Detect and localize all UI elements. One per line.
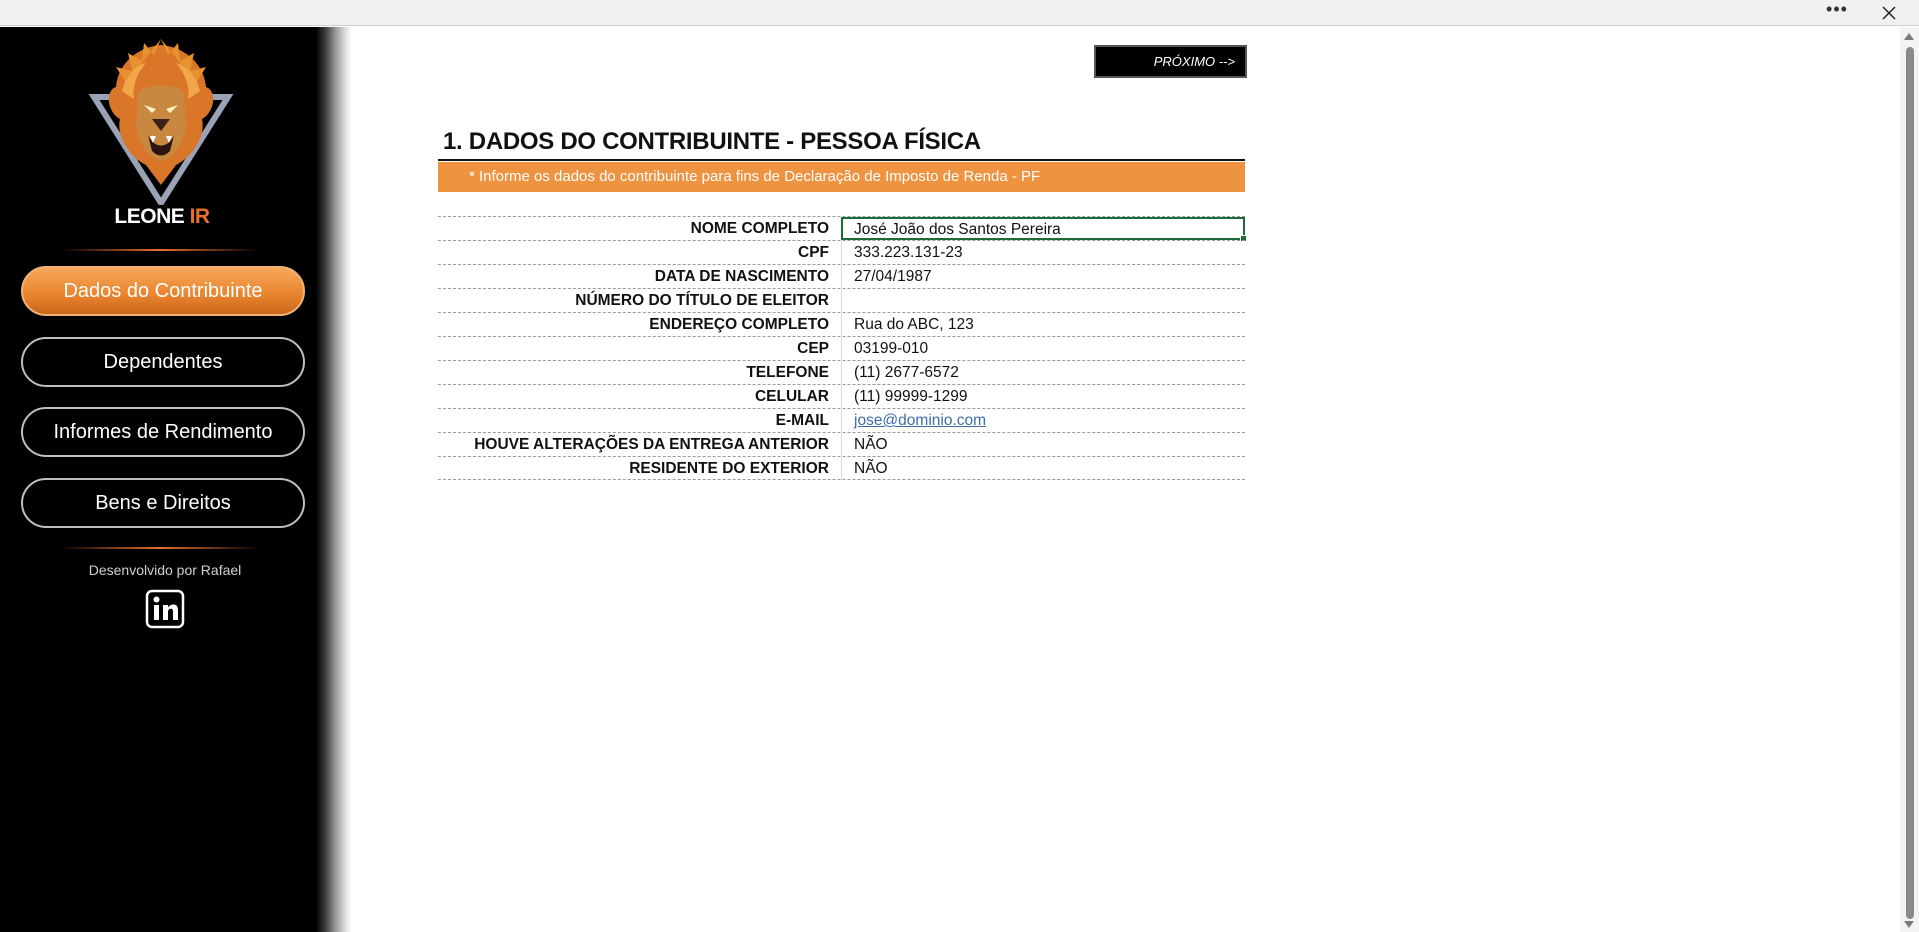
next-button[interactable]: PRÓXIMO -->	[1094, 45, 1247, 78]
sidebar-fade-edge	[316, 27, 352, 932]
brand-main: LEONE	[114, 205, 185, 228]
nome-completo-field[interactable]: José João dos Santos Pereira	[841, 217, 1247, 242]
top-divider	[60, 249, 260, 251]
form-row: TELEFONE (11) 2677-6572	[438, 360, 1245, 384]
page-title: 1. DADOS DO CONTRIBUINTE - PESSOA FÍSICA	[443, 128, 981, 155]
alteracoes-entrega-label: HOUVE ALTERAÇÕES DA ENTREGA ANTERIOR	[474, 436, 829, 453]
endereco-completo-field[interactable]: Rua do ABC, 123	[841, 313, 1245, 336]
email-label: E-MAIL	[775, 412, 829, 429]
residente-exterior-label: RESIDENTE DO EXTERIOR	[629, 460, 829, 477]
data-de-nascimento-label: DATA DE NASCIMENTO	[654, 268, 829, 285]
celular-label: CELULAR	[754, 388, 829, 405]
titulo-de-eleitor-field[interactable]	[841, 289, 1245, 312]
window-title-bar: •••	[0, 0, 1919, 26]
nav-bens-e-direitos-button[interactable]: Bens e Direitos	[21, 478, 305, 528]
cpf-label: CPF	[798, 244, 829, 261]
info-banner: * Informe os dados do contribuinte para …	[438, 162, 1245, 192]
alteracoes-entrega-field[interactable]: NÃO	[841, 433, 1245, 456]
email-link[interactable]: jose@dominio.com	[854, 412, 986, 429]
form-row: ENDEREÇO COMPLETO Rua do ABC, 123	[438, 312, 1245, 336]
form-row: CELULAR (11) 99999-1299	[438, 384, 1245, 408]
brand-name: LEONE IR	[0, 205, 324, 229]
telefone-field[interactable]: (11) 2677-6572	[841, 361, 1245, 384]
cep-label: CEP	[797, 340, 829, 357]
scroll-up-icon[interactable]	[1904, 33, 1914, 40]
form-row: E-MAIL jose@dominio.com	[438, 408, 1245, 432]
developer-credit: Desenvolvido por Rafael	[88, 562, 242, 578]
data-de-nascimento-field[interactable]: 27/04/1987	[841, 265, 1245, 288]
form-row: CEP 03199-010	[438, 336, 1245, 360]
endereco-completo-label: ENDEREÇO COMPLETO	[649, 316, 829, 333]
nav-informes-de-rendimento-button[interactable]: Informes de Rendimento	[21, 407, 305, 457]
celular-field[interactable]: (11) 99999-1299	[841, 385, 1245, 408]
form-row: CPF 333.223.131-23	[438, 240, 1245, 264]
taxpayer-form: NOME COMPLETO José João dos Santos Perei…	[438, 216, 1247, 480]
close-icon[interactable]	[1879, 3, 1899, 23]
lion-logo-icon	[88, 39, 234, 205]
brand-accent: IR	[189, 205, 211, 228]
cep-field[interactable]: 03199-010	[841, 337, 1245, 360]
email-field[interactable]: jose@dominio.com	[841, 409, 1245, 432]
bottom-divider	[60, 547, 260, 549]
scroll-down-icon[interactable]	[1904, 921, 1914, 928]
form-row: RESIDENTE DO EXTERIOR NÃO	[438, 456, 1245, 480]
title-underline	[438, 159, 1245, 161]
form-row: NÚMERO DO TÍTULO DE ELEITOR	[438, 288, 1245, 312]
telefone-label: TELEFONE	[746, 364, 829, 381]
titulo-de-eleitor-label: NÚMERO DO TÍTULO DE ELEITOR	[575, 292, 829, 309]
form-row: HOUVE ALTERAÇÕES DA ENTREGA ANTERIOR NÃO	[438, 432, 1245, 456]
residente-exterior-field[interactable]: NÃO	[841, 457, 1245, 480]
nome-completo-label: NOME COMPLETO	[690, 220, 829, 237]
nav-dados-do-contribuinte-button[interactable]: Dados do Contribuinte	[21, 266, 305, 316]
linkedin-icon[interactable]	[145, 589, 185, 629]
sidebar: LEONE IR Dados do Contribuinte Dependent…	[0, 27, 352, 932]
form-row: NOME COMPLETO José João dos Santos Perei…	[438, 216, 1247, 242]
cpf-field[interactable]: 333.223.131-23	[841, 241, 1245, 264]
form-row: DATA DE NASCIMENTO 27/04/1987	[438, 264, 1245, 288]
more-options-button[interactable]: •••	[1823, 0, 1851, 24]
nav-dependentes-button[interactable]: Dependentes	[21, 337, 305, 387]
scrollbar-thumb[interactable]	[1906, 47, 1914, 919]
vertical-scrollbar[interactable]	[1900, 27, 1919, 932]
